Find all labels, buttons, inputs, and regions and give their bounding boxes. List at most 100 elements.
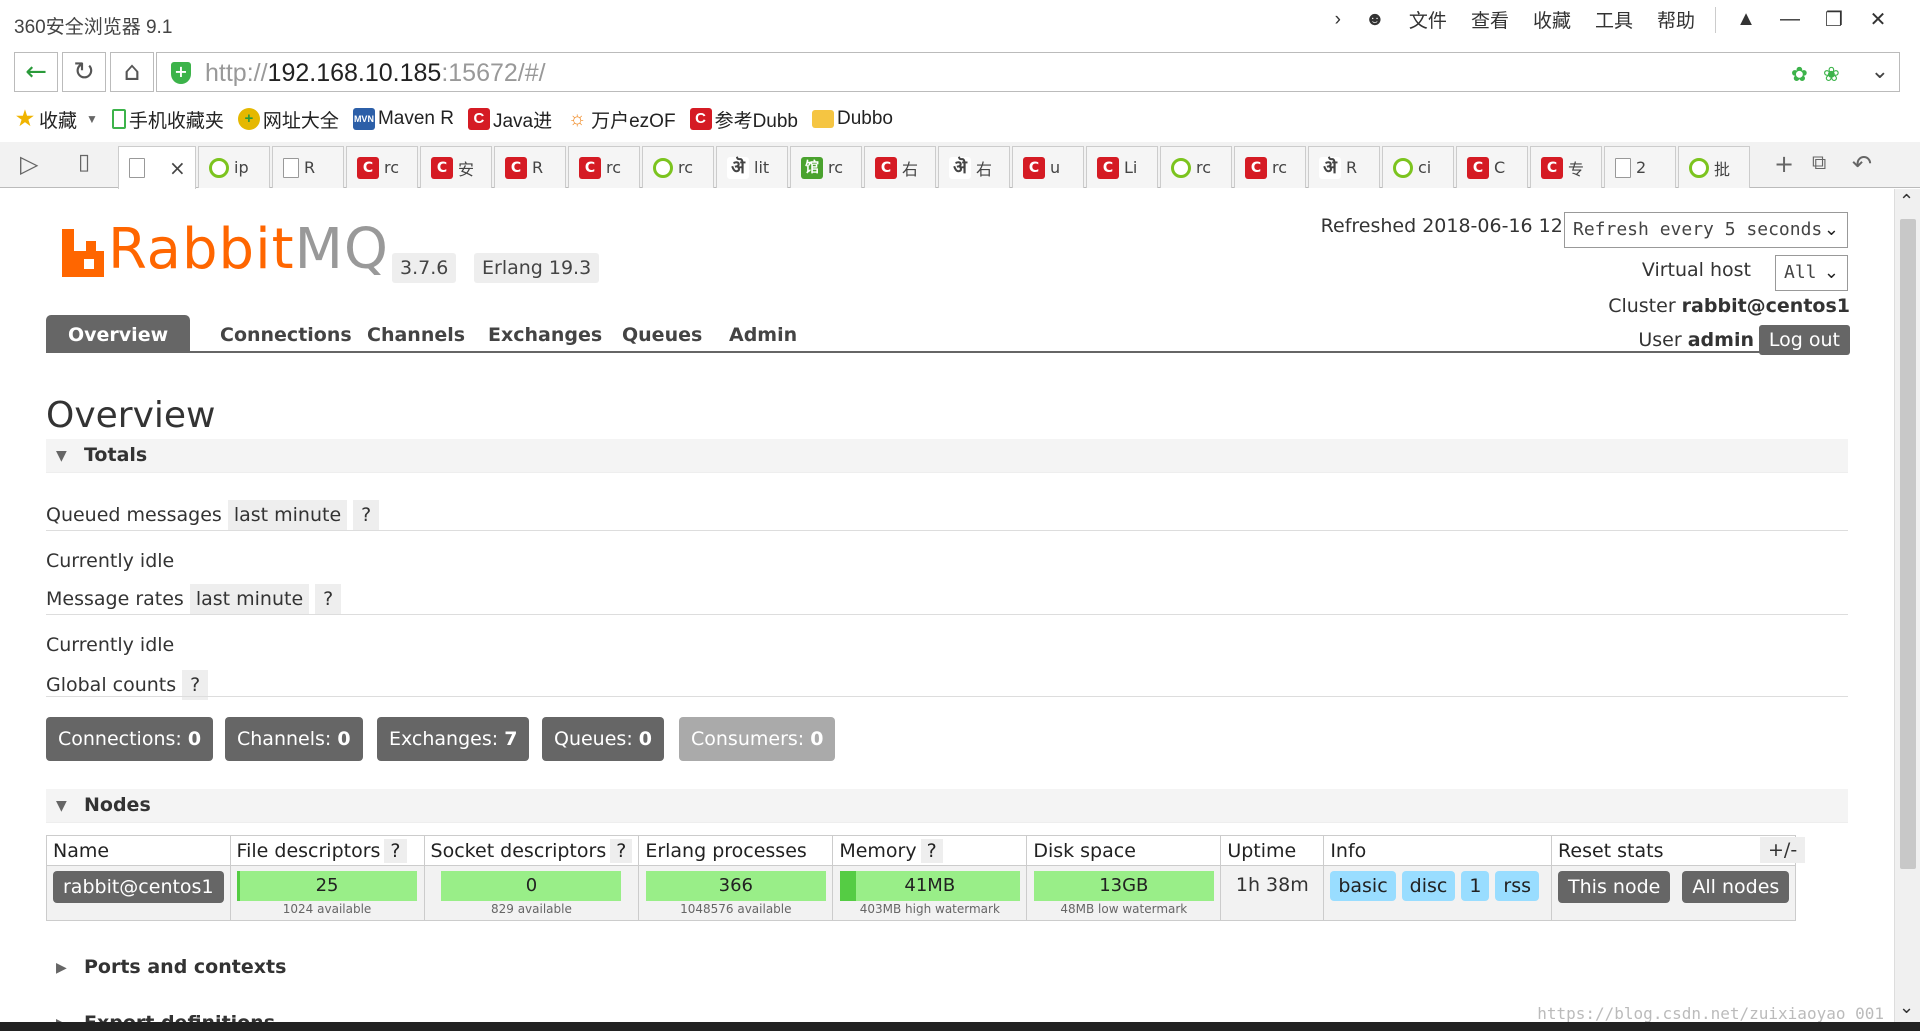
- browser-tab[interactable]: 馆 rc: [790, 146, 862, 188]
- browser-tab[interactable]: 批: [1678, 146, 1750, 188]
- col-file-descriptors: File descriptors?: [229, 835, 425, 866]
- browser-tab[interactable]: ip: [198, 146, 270, 188]
- consumers-count[interactable]: Consumers: 0: [679, 717, 836, 761]
- tab-admin[interactable]: Admin: [707, 315, 819, 353]
- speed-mode-icon[interactable]: ✿: [1791, 62, 1815, 86]
- version-badge: 3.7.6: [392, 253, 457, 283]
- close-icon[interactable]: ✕: [1856, 7, 1900, 32]
- help-button[interactable]: ?: [920, 838, 943, 863]
- refresh-icon[interactable]: ↻: [62, 52, 106, 92]
- browser-tab[interactable]: ci: [1382, 146, 1454, 188]
- fav-maven[interactable]: MVN Maven R: [352, 108, 454, 130]
- browser-tab[interactable]: rc: [642, 146, 714, 188]
- browser-tab[interactable]: Crc: [346, 146, 418, 188]
- menu-file[interactable]: 文件: [1397, 6, 1459, 33]
- help-button[interactable]: ?: [384, 838, 407, 863]
- menu-view[interactable]: 查看: [1459, 6, 1521, 33]
- tab-label: R: [304, 158, 316, 177]
- chevron-right-icon[interactable]: ›: [1323, 9, 1353, 31]
- browser-tab[interactable]: ×: [118, 146, 196, 189]
- scroll-thumb[interactable]: [1900, 219, 1916, 869]
- star-icon: ★: [16, 108, 34, 130]
- menu-tools[interactable]: 工具: [1583, 6, 1645, 33]
- browser-tab[interactable]: C右: [864, 146, 936, 188]
- minimize-icon[interactable]: —: [1768, 8, 1812, 31]
- skin-icon[interactable]: ▲: [1724, 8, 1768, 31]
- browser-tab[interactable]: 2: [1604, 146, 1676, 188]
- menu-help[interactable]: 帮助: [1645, 6, 1707, 33]
- fav-favorites[interactable]: ★ 收藏 ▼: [14, 106, 98, 133]
- browser-tab[interactable]: ऄR: [1308, 146, 1380, 188]
- reset-this-node-button[interactable]: This node: [1558, 871, 1671, 903]
- browser-tab[interactable]: ऄ lit: [716, 146, 788, 188]
- menu-favorites[interactable]: 收藏: [1521, 6, 1583, 33]
- browser-tab[interactable]: CR: [494, 146, 566, 188]
- fav-java[interactable]: C Java进: [467, 106, 552, 133]
- browser-tab[interactable]: R: [272, 146, 344, 188]
- tab-label: lit: [754, 158, 770, 177]
- node-name-link[interactable]: rabbit@centos1: [53, 871, 224, 903]
- channels-count[interactable]: Channels: 0: [225, 717, 363, 761]
- help-button[interactable]: ?: [353, 500, 380, 530]
- back-arrow-icon[interactable]: ←: [14, 52, 58, 92]
- fd-meter: 25: [237, 871, 418, 901]
- browser-tab[interactable]: rc: [1160, 146, 1232, 188]
- info-rss: rss: [1495, 871, 1540, 901]
- restore-icon[interactable]: ❐: [1812, 7, 1856, 32]
- reset-all-nodes-button[interactable]: All nodes: [1682, 871, 1790, 903]
- browser-tab[interactable]: ऄ右: [938, 146, 1010, 188]
- address-bar[interactable]: + http://192.168.10.185:15672/#/ ✿ ❀ ⌄: [156, 52, 1900, 92]
- help-button[interactable]: ?: [315, 584, 342, 614]
- rates-range-chip[interactable]: last minute: [189, 584, 310, 614]
- scroll-down-icon[interactable]: ⌄: [1899, 997, 1914, 1018]
- tab-label: ip: [234, 158, 249, 177]
- browser-tab[interactable]: Crc: [568, 146, 640, 188]
- browser-tab[interactable]: C专: [1530, 146, 1602, 188]
- tab-queues[interactable]: Queues: [600, 315, 724, 353]
- close-tab-icon[interactable]: ×: [169, 156, 186, 180]
- user-icon[interactable]: ☻: [1353, 9, 1397, 31]
- cluster-info: Cluster rabbit@centos1: [1608, 295, 1850, 317]
- caret-down-icon[interactable]: ▼: [86, 112, 98, 126]
- browser-tab[interactable]: C安: [420, 146, 492, 188]
- exchanges-count[interactable]: Exchanges: 7: [377, 717, 530, 761]
- fav-wanhu[interactable]: ☼ 万户ezOF: [566, 106, 676, 133]
- browser-tab[interactable]: C Li: [1086, 146, 1158, 188]
- help-button[interactable]: ?: [610, 838, 633, 863]
- scroll-up-icon[interactable]: ⌃: [1899, 191, 1914, 212]
- tab-overview[interactable]: Overview: [46, 315, 191, 353]
- phone-sync-icon[interactable]: ▯: [78, 150, 90, 175]
- column-toggle-button[interactable]: +/-: [1760, 837, 1806, 863]
- browser-tab[interactable]: Cu: [1012, 146, 1084, 188]
- browser-tab[interactable]: CC: [1456, 146, 1528, 188]
- tab-label: R: [1346, 158, 1358, 177]
- refresh-interval-select[interactable]: Refresh every 5 seconds ⌄: [1564, 212, 1848, 248]
- rabbitmq-logo[interactable]: RabbitMQ: [62, 222, 389, 278]
- url-text[interactable]: http://192.168.10.185:15672/#/: [205, 59, 546, 88]
- fav-dubbo-ref[interactable]: C 参考Dubb: [689, 106, 798, 133]
- page-scrollbar[interactable]: ⌃ ⌄: [1894, 189, 1920, 1031]
- browser-tab[interactable]: Crc: [1234, 146, 1306, 188]
- vhost-select[interactable]: All ⌄: [1775, 255, 1848, 291]
- new-tab-icon[interactable]: +: [1774, 150, 1794, 178]
- ports-section-header[interactable]: ▶ Ports and contexts: [46, 951, 1848, 985]
- leaf-icon[interactable]: ❀: [1823, 62, 1847, 86]
- chevron-down-icon[interactable]: ⌄: [1871, 59, 1889, 84]
- queues-count[interactable]: Queues: 0: [542, 717, 664, 761]
- home-icon[interactable]: ⌂: [110, 52, 154, 92]
- ep-available: 1048576 available: [680, 902, 792, 916]
- totals-section-header[interactable]: ▼ Totals: [46, 439, 1848, 473]
- rabbitmq-logo-mark: [62, 229, 104, 277]
- sidebar-toggle-icon[interactable]: ▷: [20, 150, 38, 178]
- tab-label: 右: [902, 159, 919, 179]
- queued-range-chip[interactable]: last minute: [227, 500, 348, 530]
- undo-close-icon[interactable]: ↶: [1852, 150, 1872, 178]
- fav-mobile[interactable]: 手机收藏夹: [111, 106, 224, 133]
- col-disk-space: Disk space: [1026, 835, 1222, 866]
- connections-count[interactable]: Connections: 0: [46, 717, 214, 761]
- tab-favicon-icon: C: [579, 156, 601, 179]
- nodes-section-header[interactable]: ▼ Nodes: [46, 789, 1848, 823]
- fav-dubbo-folder[interactable]: Dubbo: [812, 108, 893, 130]
- fav-sites[interactable]: + 网址大全: [237, 106, 339, 133]
- tab-list-icon[interactable]: ⧉: [1812, 150, 1826, 174]
